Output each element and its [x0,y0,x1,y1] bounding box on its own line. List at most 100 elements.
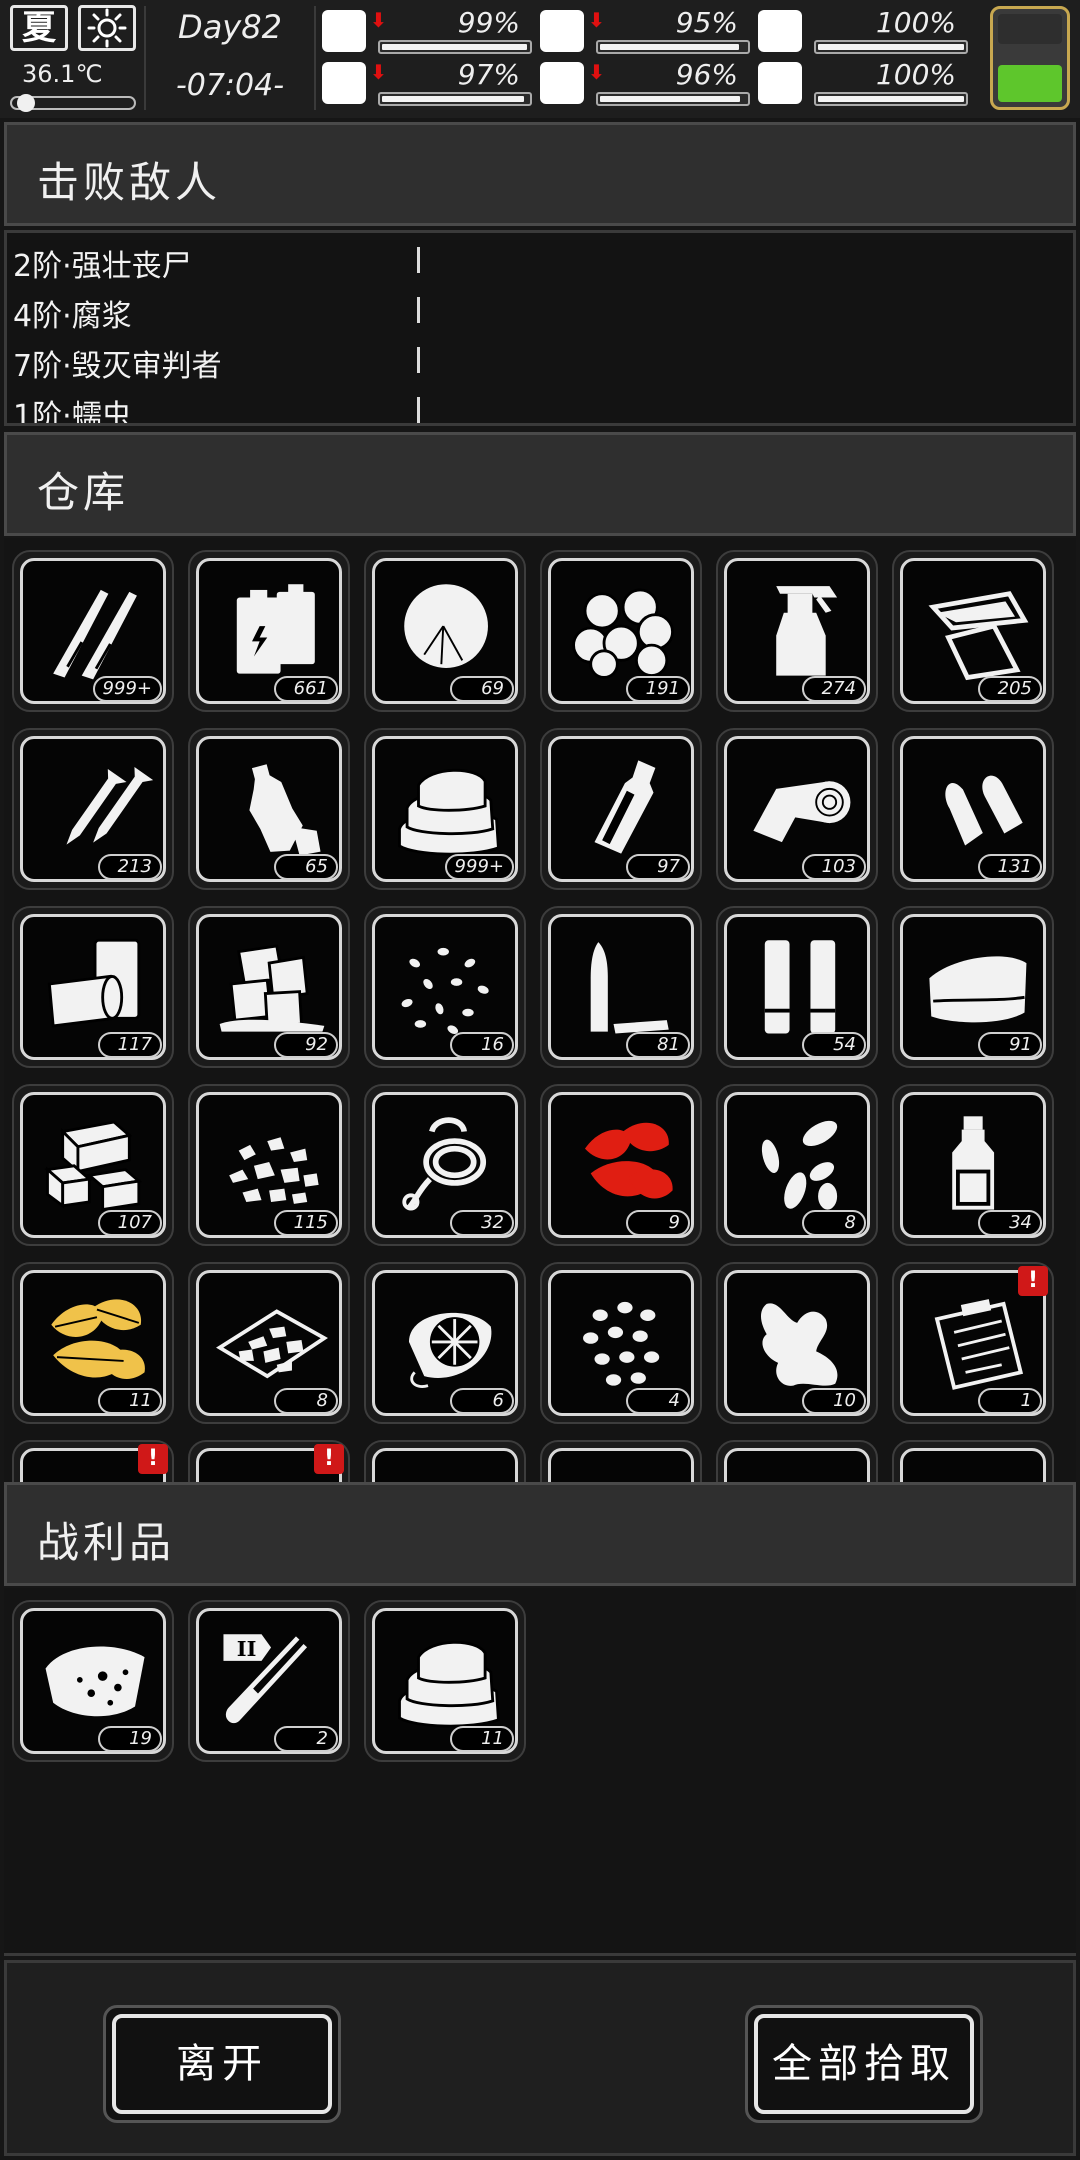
warehouse-slot[interactable]: 91 [892,906,1054,1068]
warehouse-title: 仓库 [37,468,130,517]
battery-indicator[interactable] [990,6,1070,110]
warehouse-slot[interactable] [892,1440,1054,1482]
loot-slot[interactable]: 11 [364,1600,526,1762]
enemy-list[interactable]: 2阶·强壮丧尸 4阶·腐浆 7阶·毁灭审判者 1阶·蠕虫 [4,230,1076,426]
warehouse-slot[interactable]: 103 [716,728,878,890]
warehouse-slot[interactable] [540,1440,702,1482]
item-count: 11 [98,1388,162,1414]
stat-value: 99% [457,6,520,39]
alert-icon: ! [138,1444,168,1474]
item-count: 191 [626,676,690,702]
warehouse-slot[interactable]: 4 [540,1262,702,1424]
stat-bar [814,40,968,54]
stat-health[interactable]: ⬇ 99% [322,6,534,56]
item-count: 54 [802,1032,866,1058]
item-count: 97 [626,854,690,880]
item-count: 19 [98,1726,162,1752]
water-drop-icon [540,62,584,104]
stat-value: 100% [875,58,956,91]
meat-chunk-icon [45,1646,145,1717]
warehouse-slot[interactable]: 131 [892,728,1054,890]
cans-icon [47,938,141,1028]
leave-button[interactable]: 离开 [103,2005,341,2123]
spray-bottle-icon [776,586,838,676]
ginger-root-icon [760,1303,838,1386]
warehouse-grid[interactable]: 999+ 661 69 191 274 205 213 65 999+ 97 103 131 117 92… [4,538,1076,1482]
warehouse-slot[interactable]: 11 [12,1262,174,1424]
loot-grid[interactable]: 19 II 2 11 [4,1588,1076,1956]
warehouse-slot[interactable]: 8 [716,1084,878,1246]
take-all-button[interactable]: 全部拾取 [745,2005,983,2123]
stat-mood[interactable]: 100% [758,58,970,108]
warehouse-slot[interactable]: 54 [716,906,878,1068]
loot-header: 战利品 [4,1482,1076,1586]
stat-bar [596,40,750,54]
warehouse-slot[interactable]: 107 [12,1084,174,1246]
item-count: 117 [98,1032,162,1058]
warehouse-slot[interactable] [364,1440,526,1482]
item-count: 274 [802,676,866,702]
batteries-icon [236,584,315,674]
item-count: 213 [98,854,162,880]
warehouse-slot[interactable]: 32 [364,1084,526,1246]
item-count: 34 [978,1210,1042,1236]
stat-stamina[interactable]: ⬇ 97% [322,58,534,108]
bandage-roll-icon [753,781,851,843]
warehouse-slot[interactable]: 16 [364,906,526,1068]
loot-slot[interactable]: 19 [12,1600,174,1762]
warehouse-slot[interactable]: 34 [892,1084,1054,1246]
warehouse-slot[interactable]: 213 [12,728,174,890]
warehouse-slot[interactable]: 1! [892,1262,1054,1424]
warehouse-slot[interactable]: 6 [364,1262,526,1424]
yellow-herb-icon [51,1299,145,1379]
cotton-icon [404,584,488,668]
loot-title: 战利品 [37,1518,176,1567]
down-arrow-icon: ⬇ [370,8,387,32]
sliced-fruit-icon [408,1312,492,1388]
pill-capsule-icon [758,10,802,52]
warehouse-slot[interactable]: 97 [540,728,702,890]
stat-thirst[interactable]: ⬇ 96% [540,58,752,108]
clock: -07:04- [175,68,285,103]
warehouse-slot[interactable]: 191 [540,550,702,712]
warehouse-slot[interactable]: 92 [188,906,350,1068]
warehouse-slot[interactable]: 10 [716,1262,878,1424]
warehouse-slot[interactable]: 9 [540,1084,702,1246]
temperature-readout: 36.1℃ [22,60,103,88]
enemy-item: 1阶·蠕虫 [13,399,132,426]
warehouse-slot[interactable]: ! [188,1440,350,1482]
warehouse-slot[interactable]: 8 [188,1262,350,1424]
warehouse-slot[interactable]: 205 [892,550,1054,712]
warehouse-slot[interactable]: 65 [188,728,350,890]
season-badge: 夏 [10,5,68,51]
warehouse-slot[interactable]: 115 [188,1084,350,1246]
enemies-title: 击败敌人 [37,158,222,207]
glass-shards-icon [928,591,1029,681]
warehouse-slot[interactable]: 661 [188,550,350,712]
alert-icon: ! [1018,1266,1048,1296]
status-bar: 夏 36.1℃ Day82 -07:04- ⬇ 99% ⬇ 95% 100% ⬇ 97% ⬇ 9… [0,0,1080,118]
screws-icon [66,767,154,845]
warehouse-slot[interactable] [716,1440,878,1482]
seeds-icon [401,947,489,1035]
warehouse-slot[interactable]: 999+ [364,728,526,890]
warehouse-slot[interactable]: ! [12,1440,174,1482]
warehouse-slot[interactable]: 69 [364,550,526,712]
stat-value: 95% [675,6,738,39]
stomach-icon [540,10,584,52]
wood-blocks-icon [44,1120,143,1212]
warehouse-slot[interactable]: 81 [540,906,702,1068]
stat-immunity[interactable]: 100% [758,6,970,56]
stat-hunger[interactable]: ⬇ 95% [540,6,752,56]
loot-slot[interactable]: II 2 [188,1600,350,1762]
stat-value: 100% [875,6,956,39]
warehouse-slot[interactable]: 274 [716,550,878,712]
item-count: 999+ [92,676,162,702]
enemy-item: 7阶·毁灭审判者 [13,349,222,384]
warehouse-slot[interactable]: 117 [12,906,174,1068]
item-count: 661 [274,676,338,702]
warehouse-slot[interactable]: 999+ [12,550,174,712]
item-count: 131 [978,854,1042,880]
enemy-item: 4阶·腐浆 [13,299,132,334]
item-count: 4 [626,1388,690,1414]
